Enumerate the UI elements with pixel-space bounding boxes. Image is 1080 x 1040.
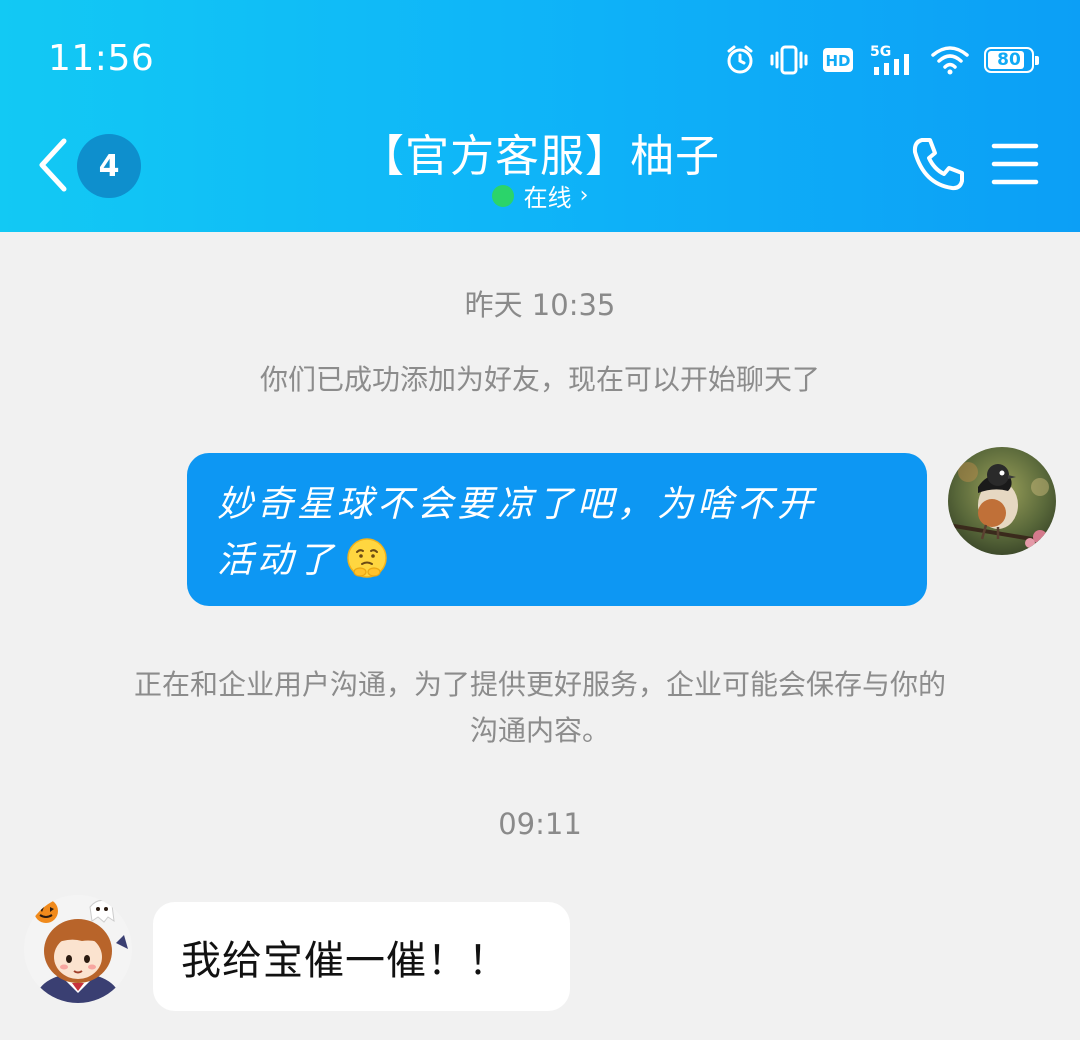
self-avatar[interactable] bbox=[948, 447, 1056, 555]
agent-avatar[interactable] bbox=[24, 895, 132, 1003]
signal-5g-icon: 5G bbox=[870, 44, 909, 75]
chevron-right-icon: › bbox=[579, 183, 589, 208]
enterprise-notice-line: 正在和企业用户沟通，为了提供更好服务，企业可能会保存与你的 bbox=[133, 668, 946, 701]
enterprise-notice: 正在和企业用户沟通，为了提供更好服务，企业可能会保存与你的 沟通内容。 bbox=[0, 662, 1080, 754]
outgoing-message-bubble[interactable]: 妙奇星球不会要凉了吧，为啥不开 活动了 bbox=[187, 453, 927, 606]
hd-icon: HD bbox=[823, 48, 853, 72]
incoming-message-bubble[interactable]: 我给宝催一催！！ bbox=[153, 902, 570, 1011]
outgoing-message-line: 妙奇星球不会要凉了吧，为啥不开 bbox=[217, 484, 818, 525]
outgoing-message-line: 活动了 bbox=[217, 533, 897, 597]
bird-avatar-icon bbox=[948, 447, 1056, 555]
outgoing-message-text: 活动了 bbox=[217, 540, 338, 581]
enterprise-notice-line: 沟通内容。 bbox=[469, 714, 610, 747]
wifi-icon bbox=[931, 46, 969, 75]
network-label: 5G bbox=[870, 44, 891, 60]
hd-label: HD bbox=[825, 52, 850, 70]
friend-added-notice: 你们已成功添加为好友，现在可以开始聊天了 bbox=[259, 363, 820, 396]
online-dot bbox=[491, 184, 514, 207]
top-bar: 11:56 HD 5G 80 4 【官方客服】柚子 在线 › bbox=[0, 0, 1080, 232]
battery-cap bbox=[1035, 56, 1039, 65]
timestamp-yesterday: 昨天 10:35 bbox=[464, 288, 616, 322]
online-status-label: 在线 bbox=[523, 184, 572, 212]
phone-icon bbox=[912, 138, 964, 191]
hamburger-menu-icon bbox=[991, 143, 1039, 185]
menu-button[interactable] bbox=[990, 140, 1040, 188]
timestamp-today: 09:11 bbox=[498, 807, 582, 841]
vibrate-icon bbox=[770, 45, 808, 75]
battery-icon: 80 bbox=[984, 47, 1039, 73]
call-button[interactable] bbox=[908, 134, 968, 194]
battery-level: 80 bbox=[997, 50, 1021, 70]
alarm-icon bbox=[727, 45, 753, 74]
status-time: 11:56 bbox=[48, 38, 155, 79]
worried-face-emoji bbox=[345, 536, 389, 597]
status-icons: HD 5G 80 bbox=[724, 40, 1039, 80]
cartoon-girl-avatar-icon bbox=[24, 895, 132, 1003]
incoming-message-text: 我给宝催一催！！ bbox=[181, 937, 509, 984]
